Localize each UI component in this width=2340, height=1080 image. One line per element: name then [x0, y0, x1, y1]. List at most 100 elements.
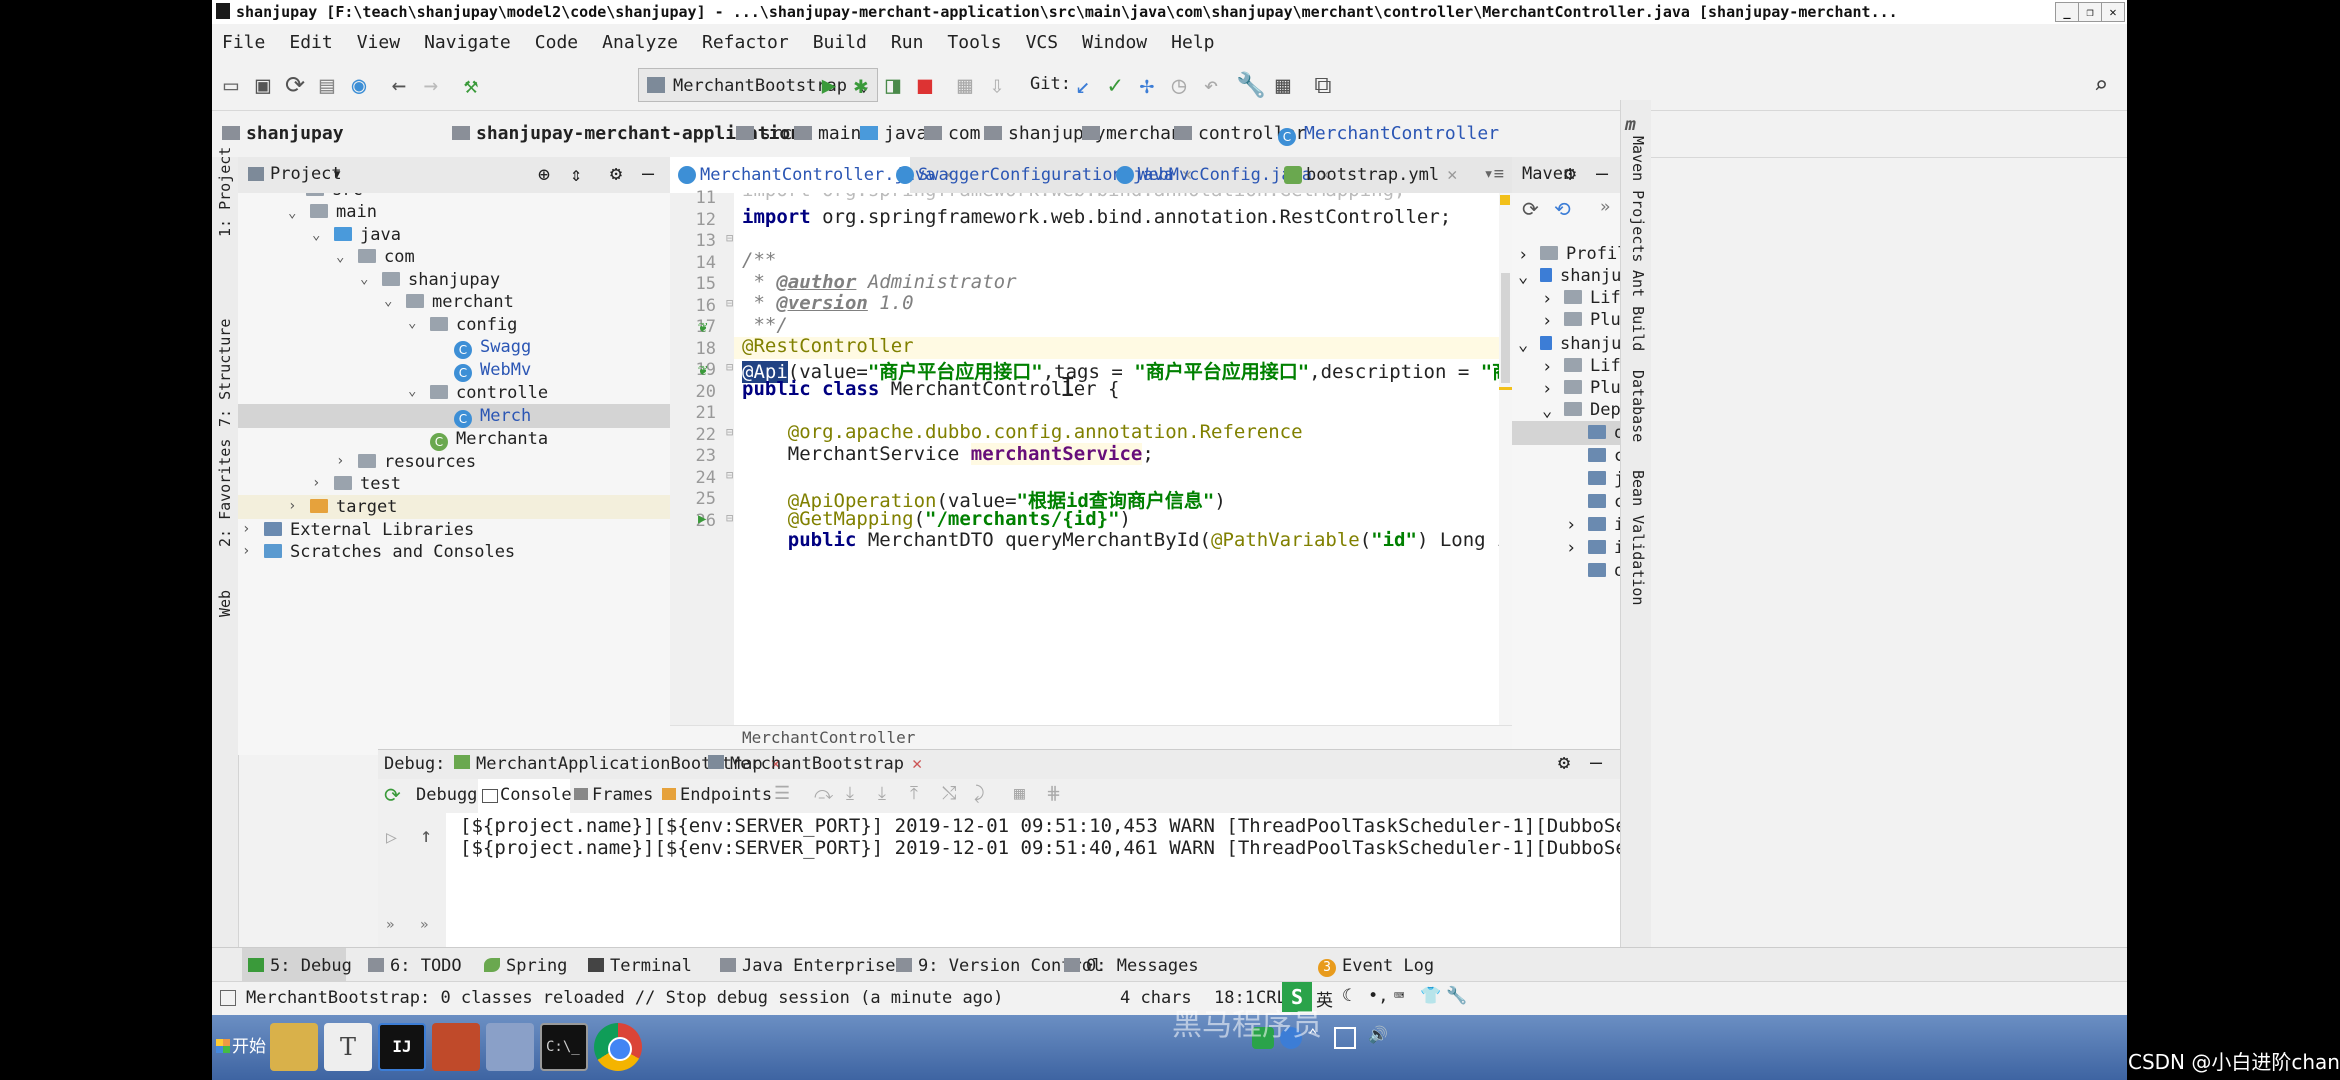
tree-item-main[interactable]: main [310, 201, 377, 223]
tool-tab-todo[interactable]: 6: TODO [368, 956, 462, 976]
status-toggle-icon[interactable] [220, 990, 236, 1006]
gear-icon[interactable]: ⚙ [1564, 161, 1576, 185]
menu-edit[interactable]: Edit [289, 32, 332, 53]
revert-icon[interactable]: ↶ [1196, 70, 1226, 100]
step-into-icon[interactable]: ⤓ [846, 783, 854, 804]
collapse-arrow-icon[interactable]: ⌄ [360, 271, 368, 287]
code-editor[interactable]: import org.springframework.web.bind.anno… [734, 193, 1499, 725]
tool-tab-maven[interactable]: Maven Projects [1629, 136, 1647, 262]
dbeaver-icon[interactable] [486, 1023, 534, 1071]
tab-webmvc-config[interactable]: WebMvcConfig.java ✕ [1108, 157, 1330, 193]
fold-marker-icon[interactable]: ⊟ [726, 468, 733, 482]
menu-navigate[interactable]: Navigate [424, 32, 511, 53]
start-button[interactable]: 开始 [212, 1029, 268, 1065]
tab-console[interactable]: Console [478, 779, 572, 813]
build-hammer-icon[interactable]: ⚒ [456, 70, 486, 100]
project-structure-icon[interactable]: ▦ [1268, 70, 1298, 100]
fold-marker-icon[interactable]: ⊟ [726, 296, 733, 310]
locate-icon[interactable]: ⊕ [538, 162, 550, 186]
maven-item[interactable]: or [1588, 560, 1620, 582]
reload-icon[interactable]: ⟳ [1522, 197, 1539, 221]
close-button[interactable]: ✕ [2101, 2, 2125, 22]
collapse-arrow-icon[interactable]: ⌄ [1518, 335, 1528, 355]
open-folder-icon[interactable]: ▭ [216, 70, 246, 100]
expand-arrow-icon[interactable]: › [1542, 289, 1552, 309]
history-icon[interactable]: ◷ [1164, 70, 1194, 100]
typora-icon[interactable]: T [324, 1023, 372, 1071]
expand-arrow-icon[interactable]: › [242, 521, 250, 537]
tool-tab-messages[interactable]: 0: Messages [1064, 956, 1199, 976]
tool-tab-project[interactable]: 1: Project [216, 147, 234, 237]
drop-frame-icon[interactable]: ⤭ [942, 783, 956, 804]
tool-tab-java-enterprise[interactable]: Java Enterprise [720, 956, 896, 976]
spring-bean-icon[interactable]: ❦ [698, 317, 708, 336]
expand-arrow-icon[interactable]: › [312, 475, 320, 491]
menu-help[interactable]: Help [1171, 32, 1214, 53]
tree-item-merchant[interactable]: merchant [406, 291, 514, 313]
tool-tab-spring[interactable]: Spring [484, 956, 567, 976]
forward-arrow-icon[interactable]: → [416, 70, 446, 100]
menu-view[interactable]: View [357, 32, 400, 53]
show-execution-point-icon[interactable]: ☰ [774, 783, 790, 804]
git-update-icon[interactable]: ↙ [1068, 70, 1098, 100]
fold-marker-icon[interactable]: ⊟ [726, 231, 733, 245]
tool-tab-ant-build[interactable]: Ant Build [1629, 270, 1647, 351]
menu-vcs[interactable]: VCS [1026, 32, 1059, 53]
fold-marker-icon[interactable]: ⊟ [726, 360, 733, 374]
maven-item[interactable]: Profiles [1540, 243, 1620, 265]
tool-tab-structure[interactable]: 7: Structure [216, 319, 234, 427]
maven-item[interactable]: Depen [1564, 399, 1620, 421]
maven-item[interactable]: co [1588, 491, 1620, 513]
fold-marker-icon[interactable]: ⊟ [726, 511, 733, 525]
tool-tab-event-log[interactable]: 3 Event Log [1318, 956, 1434, 977]
settings-wrench-icon[interactable]: 🔧 [1236, 70, 1266, 100]
close-tab-icon[interactable]: ✕ [1447, 165, 1457, 185]
maven-item[interactable]: io [1588, 514, 1620, 536]
update-icon[interactable]: ▦ [950, 70, 980, 100]
tree-item-external-libraries[interactable]: External Libraries [264, 519, 474, 541]
tree-item-java[interactable]: java [334, 224, 401, 246]
collapse-arrow-icon[interactable]: ⌄ [408, 315, 416, 331]
run-gutter-icon[interactable]: ▶ [698, 511, 706, 527]
expand-arrow-icon[interactable]: › [336, 453, 344, 469]
maven-item[interactable]: ju [1588, 468, 1620, 490]
close-tab-icon[interactable]: ✕ [912, 754, 922, 774]
run-icon[interactable]: ▶ [814, 70, 844, 100]
maven-item[interactable]: Plugi [1564, 377, 1620, 399]
tool-tab-favorites[interactable]: 2: Favorites [216, 439, 234, 547]
trace-icon[interactable]: ⋕ [1046, 783, 1061, 804]
tree-item-com[interactable]: com [358, 246, 415, 268]
collapse-arrow-icon[interactable]: ⌄ [1542, 401, 1552, 421]
menu-file[interactable]: File [222, 32, 265, 53]
editor-scrollbar[interactable] [1499, 193, 1512, 725]
save-icon[interactable]: ▣ [248, 70, 278, 100]
menu-window[interactable]: Window [1082, 32, 1147, 53]
menu-code[interactable]: Code [535, 32, 578, 53]
run-to-cursor-icon[interactable]: ⤸ [974, 783, 985, 804]
menu-refactor[interactable]: Refactor [702, 32, 789, 53]
debug-session-tab[interactable]: MerchantBootstrap ✕ [708, 754, 922, 774]
fold-marker-icon[interactable]: ⊟ [726, 425, 733, 439]
debug-icon[interactable]: ✱ [846, 70, 876, 100]
hide-panel-icon[interactable]: — [642, 161, 654, 185]
breadcrumb-item[interactable]: java [860, 123, 927, 144]
expand-arrow-icon[interactable]: › [1542, 379, 1552, 399]
more-icon[interactable]: » [1600, 197, 1610, 217]
maven-item[interactable]: Lifec [1564, 287, 1620, 309]
maven-item[interactable]: Plugi [1564, 309, 1620, 331]
expand-arrow-icon[interactable]: › [1542, 357, 1552, 377]
collapse-arrow-icon[interactable]: ⌄ [408, 383, 416, 399]
breadcrumb-item[interactable]: main [794, 123, 861, 144]
force-step-into-icon[interactable]: ⤓ [878, 783, 886, 804]
collapse-all-icon[interactable]: ⇕ [570, 162, 582, 186]
breadcrumb-item[interactable]: src [736, 123, 793, 144]
breadcrumb-item[interactable]: com [924, 123, 981, 144]
more-icon[interactable]: » [386, 917, 394, 933]
collapse-arrow-icon[interactable]: ⌄ [288, 205, 296, 221]
menu-analyze[interactable]: Analyze [602, 32, 678, 53]
maven-item[interactable]: or [1588, 422, 1620, 444]
tree-item-config[interactable]: config [430, 314, 517, 336]
spring-bean-icon[interactable]: ❦ [698, 360, 708, 379]
tool-tab-terminal[interactable]: Terminal [588, 956, 692, 976]
tool-tab-database[interactable]: Database [1629, 370, 1647, 442]
